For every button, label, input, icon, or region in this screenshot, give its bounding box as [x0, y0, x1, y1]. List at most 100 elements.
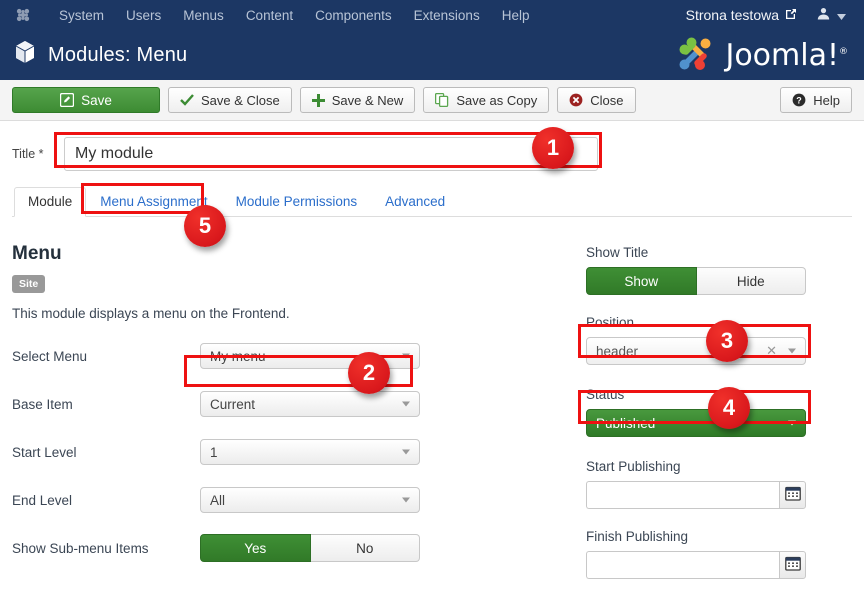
title-field-row: Title *: [12, 121, 852, 181]
joomla-brand-icon: [673, 32, 717, 79]
annotation-marker-4: 4: [708, 387, 750, 429]
top-bar-right: Strona testowa: [680, 3, 854, 27]
topnav-item-content[interactable]: Content: [235, 2, 304, 29]
show-title-label: Show Title: [586, 245, 649, 260]
finish-publishing-calendar-button[interactable]: [779, 551, 806, 579]
base-item-dropdown[interactable]: Current: [200, 391, 420, 417]
save-and-close-label: Save & Close: [201, 92, 280, 108]
module-type-title: Menu: [12, 243, 62, 264]
tab-module-permissions[interactable]: Module Permissions: [222, 187, 372, 217]
close-circle-icon: [569, 93, 583, 107]
module-settings-column: Menu Site This module displays a menu on…: [12, 231, 572, 599]
field-start-level: Start Level 1: [12, 439, 572, 465]
chevron-down-icon: [402, 353, 410, 359]
check-icon: [180, 94, 194, 106]
position-select[interactable]: header ✕: [586, 337, 806, 365]
chevron-down-icon: [837, 8, 846, 23]
field-select-menu: Select Menu My menu: [12, 343, 572, 369]
joomla-brand: Joomla!®: [673, 32, 848, 79]
user-icon: [817, 7, 830, 23]
end-level-dropdown[interactable]: All: [200, 487, 420, 513]
help-button[interactable]: ? Help: [780, 87, 852, 113]
show-submenu-label: Show Sub-menu Items: [12, 540, 149, 556]
save-and-new-label: Save & New: [331, 92, 404, 108]
start-publishing-input[interactable]: [586, 481, 779, 509]
annotation-marker-5: 5: [184, 205, 226, 247]
finish-publishing-field: [586, 551, 806, 579]
show-submenu-toggle[interactable]: Yes No: [200, 534, 420, 562]
show-submenu-no[interactable]: No: [310, 534, 420, 562]
brand-label: Joomla!: [725, 37, 839, 73]
module-client-badge: Site: [12, 275, 46, 293]
status-value: Published: [596, 415, 656, 431]
field-show-submenu-items: Show Sub-menu Items Yes No: [12, 534, 572, 562]
annotation-marker-3: 3: [706, 320, 748, 362]
start-publishing-field: [586, 481, 806, 509]
save-button[interactable]: Save: [12, 87, 160, 113]
main-menu: System Users Menus Content Components Ex…: [48, 2, 540, 29]
page-header: Modules: Menu Joomla!®: [0, 30, 864, 80]
tab-bar: Module Menu Assignment Module Permission…: [12, 187, 852, 217]
page-title: Modules: Menu: [48, 43, 188, 66]
title-input[interactable]: [64, 137, 598, 171]
close-button[interactable]: Close: [557, 87, 636, 113]
save-and-close-button[interactable]: Save & Close: [168, 87, 292, 113]
topnav-item-users[interactable]: Users: [115, 2, 172, 29]
chevron-down-icon: [402, 497, 410, 503]
show-title-hide[interactable]: Hide: [696, 267, 806, 295]
position-value: header: [596, 343, 639, 359]
calendar-icon: [784, 556, 801, 574]
save-and-new-button[interactable]: Save & New: [299, 87, 416, 113]
admin-top-bar: System Users Menus Content Components Ex…: [0, 0, 864, 30]
help-button-label: Help: [813, 92, 840, 108]
external-link-icon: [785, 7, 797, 23]
field-base-item: Base Item Current: [12, 391, 572, 417]
end-level-label: End Level: [12, 492, 73, 508]
topnav-item-extensions[interactable]: Extensions: [403, 2, 491, 29]
topnav-item-system[interactable]: System: [48, 2, 115, 29]
module-sidebar-column: Show Title Show Hide Position header ✕ S…: [572, 231, 842, 599]
brand-wordmark: Joomla!®: [725, 38, 848, 73]
pencil-square-icon: [60, 93, 75, 107]
show-title-show[interactable]: Show: [586, 267, 697, 295]
brand-registered-mark: ®: [839, 46, 848, 57]
show-title-toggle[interactable]: Show Hide: [586, 267, 806, 295]
base-item-value: Current: [210, 396, 256, 412]
close-button-label: Close: [590, 92, 624, 108]
status-select[interactable]: Published: [586, 409, 806, 437]
copy-icon: [435, 93, 449, 107]
select-menu-label: Select Menu: [12, 348, 88, 364]
start-level-dropdown[interactable]: 1: [200, 439, 420, 465]
topnav-item-components[interactable]: Components: [304, 2, 403, 29]
clear-x-icon[interactable]: ✕: [766, 343, 777, 359]
start-publishing-label: Start Publishing: [586, 459, 681, 474]
end-level-value: All: [210, 492, 226, 508]
base-item-label: Base Item: [12, 396, 73, 412]
save-as-copy-label: Save as Copy: [456, 92, 538, 108]
cube-icon: [14, 40, 36, 70]
save-button-label: Save: [81, 92, 112, 108]
topnav-item-help[interactable]: Help: [491, 2, 541, 29]
start-publishing-calendar-button[interactable]: [779, 481, 806, 509]
show-title-block: Show Title Show Hide: [586, 245, 842, 295]
start-level-value: 1: [210, 444, 218, 460]
joomla-logo-icon[interactable]: [14, 6, 32, 24]
tab-advanced[interactable]: Advanced: [371, 187, 459, 217]
show-submenu-yes[interactable]: Yes: [200, 534, 311, 562]
finish-publishing-input[interactable]: [586, 551, 779, 579]
chevron-down-icon: [402, 449, 410, 455]
question-circle-icon: ?: [792, 93, 806, 107]
svg-text:?: ?: [797, 95, 803, 105]
title-label: Title *: [12, 147, 44, 161]
topnav-item-menus[interactable]: Menus: [172, 2, 235, 29]
user-menu-button[interactable]: [803, 3, 854, 27]
field-end-level: End Level All: [12, 487, 572, 513]
chevron-down-icon: [402, 401, 410, 407]
site-name-label: Strona testowa: [685, 7, 779, 23]
tab-module[interactable]: Module: [14, 187, 87, 217]
save-as-copy-button[interactable]: Save as Copy: [423, 87, 550, 113]
site-preview-link[interactable]: Strona testowa: [680, 3, 803, 27]
module-description: This module displays a menu on the Front…: [12, 306, 290, 321]
start-level-label: Start Level: [12, 444, 77, 460]
page-title-wrap: Modules: Menu: [14, 40, 187, 70]
